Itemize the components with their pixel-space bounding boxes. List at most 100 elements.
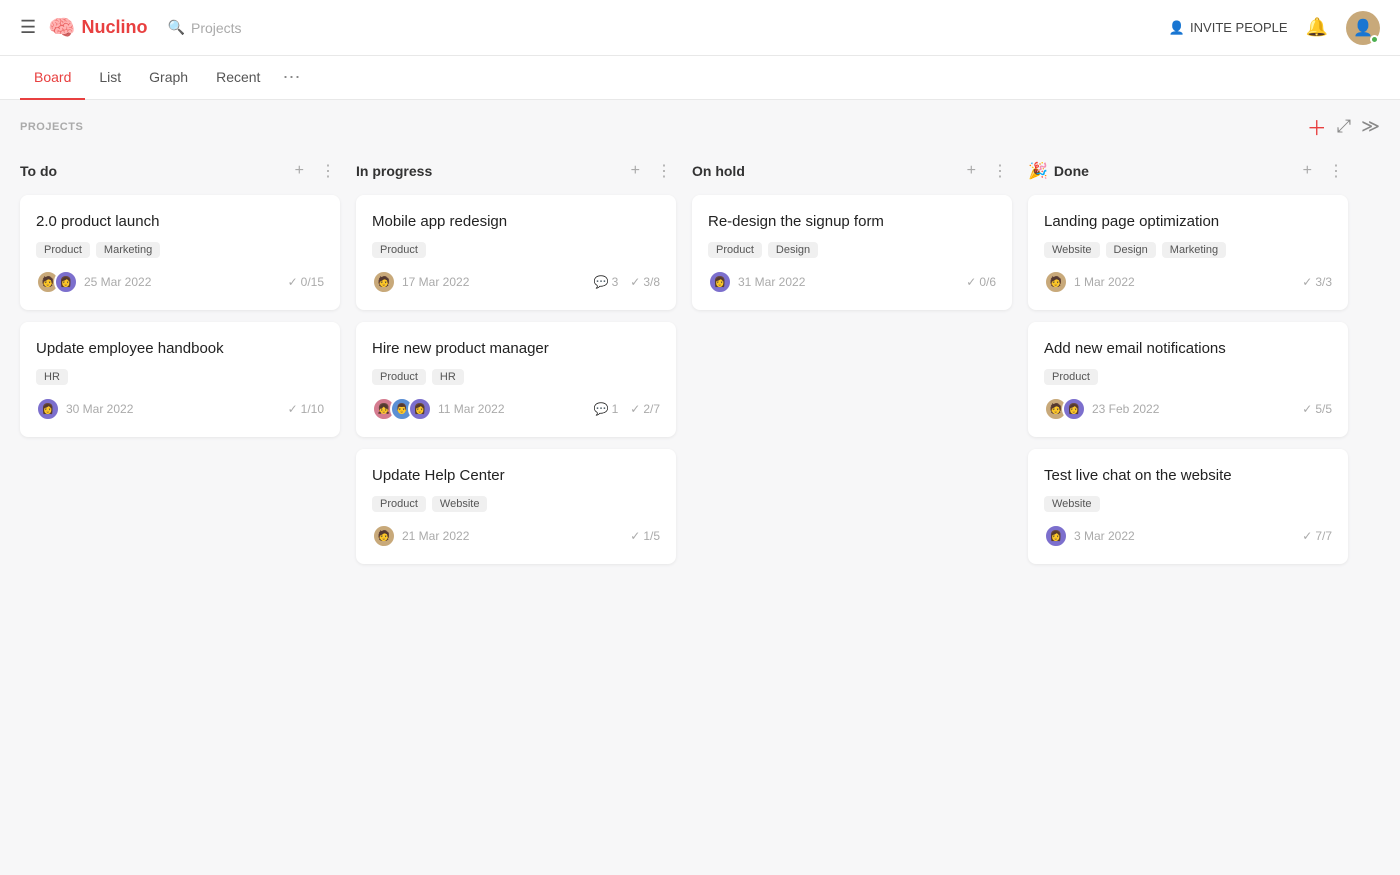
col-add-button-todo[interactable]: +	[291, 159, 308, 183]
card[interactable]: Test live chat on the websiteWebsite👩3 M…	[1028, 449, 1348, 564]
card-tags: HR	[36, 369, 324, 385]
tab-recent[interactable]: Recent	[202, 56, 274, 100]
card-tags: ProductHR	[372, 369, 660, 385]
col-more-button-done[interactable]: ⋮	[1324, 159, 1348, 183]
tab-list[interactable]: List	[85, 56, 135, 100]
card-tags: WebsiteDesignMarketing	[1044, 242, 1332, 258]
check-count: 7/7	[1315, 529, 1332, 543]
user-avatar-wrap[interactable]: 👤	[1346, 11, 1380, 45]
card[interactable]: Landing page optimization WebsiteDesignMa…	[1028, 195, 1348, 310]
toolbar: PROJECTS ＋ ⤢ ≫	[0, 100, 1400, 153]
card[interactable]: Add new email notificationsProduct🧑👩23 F…	[1028, 322, 1348, 437]
card-date: 11 Mar 2022	[438, 402, 505, 416]
card-checks: ✓0/6	[966, 275, 996, 289]
section-label: PROJECTS	[20, 121, 83, 133]
header: ☰ 🧠 Nuclino 🔍 Projects 👤 INVITE PEOPLE 🔔…	[0, 0, 1400, 56]
add-project-button[interactable]: ＋	[1307, 112, 1327, 141]
comment-count: 3	[612, 275, 619, 289]
card-date: 23 Feb 2022	[1092, 402, 1159, 416]
tag: HR	[36, 369, 68, 385]
card-title: Mobile app redesign	[372, 211, 660, 232]
check-icon: ✓	[630, 275, 640, 289]
card-meta: ✓5/5	[1302, 402, 1332, 416]
card-checks: ✓5/5	[1302, 402, 1332, 416]
column-done: 🎉Done+⋮Landing page optimizationWebsiteD…	[1028, 153, 1348, 576]
card[interactable]: Hire new product managerProductHR👧👨👩11 M…	[356, 322, 676, 437]
tag: Product	[708, 242, 762, 258]
check-count: 3/8	[643, 275, 660, 289]
card-meta: ✓7/7	[1302, 529, 1332, 543]
avatar: 👩	[408, 397, 432, 421]
bell-icon[interactable]: 🔔	[1306, 17, 1328, 38]
tag: Website	[1044, 496, 1100, 512]
col-add-button-onhold[interactable]: +	[963, 159, 980, 183]
card-title: Add new email notifications	[1044, 338, 1332, 359]
card-checks: ✓0/15	[288, 275, 324, 289]
tag: Product	[1044, 369, 1098, 385]
invite-people-button[interactable]: 👤 INVITE PEOPLE	[1169, 20, 1288, 36]
card-title: Landing page optimization	[1044, 211, 1332, 232]
expand-icon[interactable]: ⤢	[1337, 116, 1351, 137]
card-avatars: 👧👨👩	[372, 397, 426, 421]
card-tags: Website	[1044, 496, 1332, 512]
invite-label: INVITE PEOPLE	[1190, 20, 1288, 35]
card-date: 31 Mar 2022	[738, 275, 805, 289]
search-icon: 🔍	[168, 19, 185, 36]
card-checks: ✓3/8	[630, 275, 660, 289]
card-meta: ✓0/15	[288, 275, 324, 289]
tabs-more-button[interactable]: ⋯	[274, 67, 308, 88]
card-footer: 👧👨👩 11 Mar 2022 💬1✓2/7	[372, 397, 660, 421]
check-count: 1/10	[301, 402, 324, 416]
tag: Design	[768, 242, 818, 258]
col-more-button-inprogress[interactable]: ⋮	[652, 159, 676, 183]
card-avatars: 🧑	[372, 524, 390, 548]
card-title: Update employee handbook	[36, 338, 324, 359]
card[interactable]: Mobile app redesignProduct🧑17 Mar 2022💬3…	[356, 195, 676, 310]
card-avatars: 🧑	[372, 270, 390, 294]
logo-icon: 🧠	[48, 15, 75, 41]
card-footer: 🧑👩23 Feb 2022✓5/5	[1044, 397, 1332, 421]
card-date: 3 Mar 2022	[1074, 529, 1135, 543]
menu-icon[interactable]: ☰	[20, 17, 36, 38]
check-count: 2/7	[643, 402, 660, 416]
col-more-button-todo[interactable]: ⋮	[316, 159, 340, 183]
card-meta: ✓1/10	[288, 402, 324, 416]
col-header-todo: To do+⋮	[20, 153, 340, 195]
card-date: 1 Mar 2022	[1074, 275, 1135, 289]
tag: Marketing	[96, 242, 160, 258]
avatar: 🧑	[372, 524, 396, 548]
card[interactable]: Update Help CenterProductWebsite🧑21 Mar …	[356, 449, 676, 564]
collapse-icon[interactable]: ≫	[1361, 116, 1380, 137]
column-onhold: On hold+⋮Re-design the signup formProduc…	[692, 153, 1012, 322]
column-todo: To do+⋮2.0 product launchProductMarketin…	[20, 153, 340, 449]
search-area: 🔍 Projects	[168, 19, 1169, 36]
avatar: 🧑	[1044, 270, 1068, 294]
col-add-button-done[interactable]: +	[1299, 159, 1316, 183]
col-actions-done: +⋮	[1299, 159, 1348, 183]
check-icon: ✓	[630, 402, 640, 416]
card-checks: ✓2/7	[630, 402, 660, 416]
card[interactable]: Update employee handbookHR👩30 Mar 2022✓1…	[20, 322, 340, 437]
card-title: Update Help Center	[372, 465, 660, 486]
tag: Product	[372, 369, 426, 385]
card[interactable]: 2.0 product launchProductMarketing🧑👩25 M…	[20, 195, 340, 310]
tag: Product	[372, 496, 426, 512]
card-meta: 💬1✓2/7	[594, 402, 660, 416]
card-tags: Product Marketing	[36, 242, 324, 258]
check-icon: ✓	[1302, 402, 1312, 416]
card[interactable]: Re-design the signup formProductDesign👩3…	[692, 195, 1012, 310]
card-footer: 👩 31 Mar 2022 ✓0/6	[708, 270, 996, 294]
column-inprogress: In progress+⋮Mobile app redesignProduct🧑…	[356, 153, 676, 576]
tag: Website	[432, 496, 488, 512]
card-tags: Product	[372, 242, 660, 258]
card-avatars: 🧑👩	[36, 270, 72, 294]
col-more-button-onhold[interactable]: ⋮	[988, 159, 1012, 183]
tag: Product	[36, 242, 90, 258]
col-actions-inprogress: +⋮	[627, 159, 676, 183]
col-add-button-inprogress[interactable]: +	[627, 159, 644, 183]
card-footer: 👩3 Mar 2022✓7/7	[1044, 524, 1332, 548]
tab-board[interactable]: Board	[20, 56, 85, 100]
check-icon: ✓	[1302, 529, 1312, 543]
avatar: 👩	[708, 270, 732, 294]
tab-graph[interactable]: Graph	[135, 56, 202, 100]
